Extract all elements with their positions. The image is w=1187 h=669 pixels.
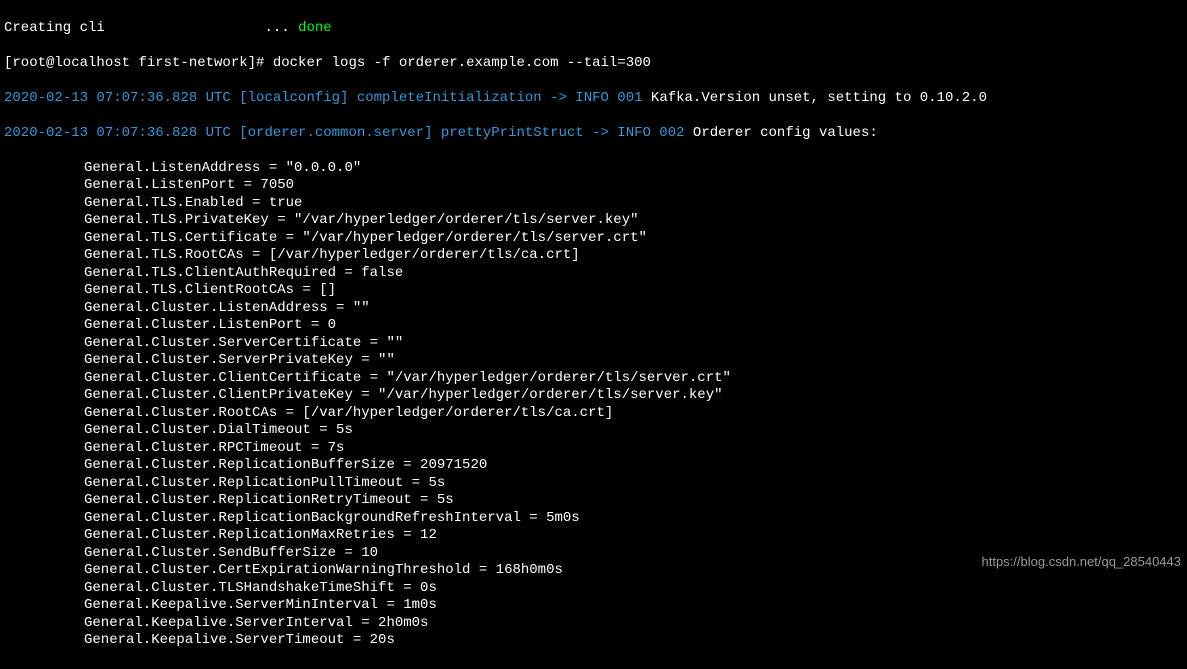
creating-cli-line: Creating cli ... done — [4, 20, 1183, 38]
config-line: General.Cluster.ReplicationBackgroundRef… — [84, 510, 1183, 528]
config-line: General.TLS.PrivateKey = "/var/hyperledg… — [84, 212, 1183, 230]
config-line: General.Keepalive.ServerMinInterval = 1m… — [84, 597, 1183, 615]
config-line: General.Cluster.TLSHandshakeTimeShift = … — [84, 580, 1183, 598]
config-line: General.Cluster.ListenPort = 0 — [84, 317, 1183, 335]
done-text: done — [298, 20, 332, 36]
command-text: docker logs -f orderer.example.com --tai… — [273, 55, 651, 71]
config-line: General.Cluster.ServerPrivateKey = "" — [84, 352, 1183, 370]
config-line: General.Cluster.ServerCertificate = "" — [84, 335, 1183, 353]
watermark-text: https://blog.csdn.net/qq_28540443 — [982, 554, 1182, 570]
config-line: General.Cluster.RootCAs = [/var/hyperled… — [84, 405, 1183, 423]
config-line: General.TLS.ClientRootCAs = [] — [84, 282, 1183, 300]
config-line: General.Cluster.ListenAddress = "" — [84, 300, 1183, 318]
config-line: General.Keepalive.ServerInterval = 2h0m0… — [84, 615, 1183, 633]
config-line: General.Cluster.ClientCertificate = "/va… — [84, 370, 1183, 388]
config-line: General.Cluster.ReplicationRetryTimeout … — [84, 492, 1183, 510]
log-line-2: 2020-02-13 07:07:36.828 UTC [orderer.com… — [4, 125, 1183, 143]
config-values-block: General.ListenAddress = "0.0.0.0"General… — [4, 160, 1183, 650]
log2-prefix: 2020-02-13 07:07:36.828 UTC [orderer.com… — [4, 125, 685, 141]
config-line: General.TLS.RootCAs = [/var/hyperledger/… — [84, 247, 1183, 265]
config-line: General.Cluster.ReplicationPullTimeout =… — [84, 475, 1183, 493]
log-line-1: 2020-02-13 07:07:36.828 UTC [localconfig… — [4, 90, 1183, 108]
log1-prefix: 2020-02-13 07:07:36.828 UTC [localconfig… — [4, 90, 643, 106]
config-line: General.ListenAddress = "0.0.0.0" — [84, 160, 1183, 178]
log2-message: Orderer config values: — [685, 125, 878, 141]
config-line: General.Cluster.ReplicationBufferSize = … — [84, 457, 1183, 475]
config-line: General.Cluster.DialTimeout = 5s — [84, 422, 1183, 440]
creating-text: Creating cli ... — [4, 20, 298, 36]
config-line: General.ListenPort = 7050 — [84, 177, 1183, 195]
shell-prompt: [root@localhost first-network]# — [4, 55, 273, 71]
config-line: General.Keepalive.ServerTimeout = 20s — [84, 632, 1183, 650]
prompt-line: [root@localhost first-network]# docker l… — [4, 55, 1183, 73]
log1-message: Kafka.Version unset, setting to 0.10.2.0 — [643, 90, 987, 106]
config-line: General.TLS.Certificate = "/var/hyperled… — [84, 230, 1183, 248]
config-line: General.Cluster.ClientPrivateKey = "/var… — [84, 387, 1183, 405]
config-line: General.TLS.Enabled = true — [84, 195, 1183, 213]
config-line: General.Cluster.RPCTimeout = 7s — [84, 440, 1183, 458]
config-line: General.Cluster.ReplicationMaxRetries = … — [84, 527, 1183, 545]
config-line: General.TLS.ClientAuthRequired = false — [84, 265, 1183, 283]
